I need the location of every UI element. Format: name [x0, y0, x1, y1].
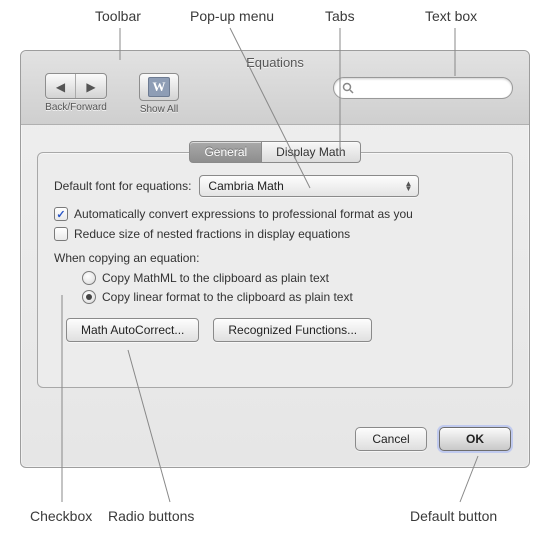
search-field[interactable] — [333, 77, 513, 99]
tab-bar: General Display Math — [37, 141, 513, 163]
dialog-footer: Cancel OK — [355, 427, 511, 451]
tab-display-math[interactable]: Display Math — [262, 141, 360, 163]
toolbar-backforward-group: ◀ ▶ Back/Forward — [37, 73, 115, 113]
callout-checkbox: Checkbox — [30, 508, 92, 524]
checkbox-reduce-nested[interactable] — [54, 227, 68, 241]
show-all-button[interactable]: W — [139, 73, 179, 101]
radio-mathml-label: Copy MathML to the clipboard as plain te… — [102, 271, 329, 285]
preferences-window: Equations ◀ ▶ Back/Forward W Show All Ge… — [20, 50, 530, 468]
cancel-button[interactable]: Cancel — [355, 427, 427, 451]
forward-button[interactable]: ▶ — [76, 74, 106, 99]
search-input[interactable] — [358, 80, 504, 96]
radio-linear[interactable] — [82, 290, 96, 304]
back-forward-label: Back/Forward — [37, 102, 115, 113]
show-all-label: Show All — [129, 104, 189, 115]
tab-general[interactable]: General — [189, 141, 262, 163]
search-icon — [342, 82, 354, 94]
window-title: Equations — [21, 55, 529, 70]
callout-radio: Radio buttons — [108, 508, 194, 524]
callout-tabs: Tabs — [325, 8, 355, 24]
checkbox-reduce-nested-label: Reduce size of nested fractions in displ… — [74, 227, 350, 241]
callout-textbox: Text box — [425, 8, 477, 24]
recognized-functions-button[interactable]: Recognized Functions... — [213, 318, 372, 342]
content-area: General Display Math Default font for eq… — [37, 141, 513, 411]
radio-mathml[interactable] — [82, 271, 96, 285]
font-label: Default font for equations: — [54, 179, 191, 193]
radio-linear-label: Copy linear format to the clipboard as p… — [102, 290, 353, 304]
font-popup[interactable]: Cambria Math ▲▼ — [199, 175, 419, 197]
checkbox-auto-convert[interactable]: ✓ — [54, 207, 68, 221]
toolbar: Equations ◀ ▶ Back/Forward W Show All — [21, 51, 529, 125]
back-button[interactable]: ◀ — [46, 74, 76, 99]
popup-arrows-icon: ▲▼ — [405, 181, 413, 191]
back-forward-segmented: ◀ ▶ — [45, 73, 107, 99]
checkbox-auto-convert-label: Automatically convert expressions to pro… — [74, 207, 413, 221]
callout-toolbar: Toolbar — [95, 8, 141, 24]
general-pane: Default font for equations: Cambria Math… — [37, 152, 513, 388]
math-autocorrect-button[interactable]: Math AutoCorrect... — [66, 318, 199, 342]
word-icon: W — [148, 77, 170, 97]
toolbar-showall-group: W Show All — [129, 73, 189, 115]
radio-dot-icon — [86, 294, 92, 300]
ok-button[interactable]: OK — [439, 427, 511, 451]
font-popup-value: Cambria Math — [208, 179, 283, 193]
copy-section-label: When copying an equation: — [54, 251, 496, 265]
callout-default: Default button — [410, 508, 497, 524]
callout-popup: Pop-up menu — [190, 8, 274, 24]
